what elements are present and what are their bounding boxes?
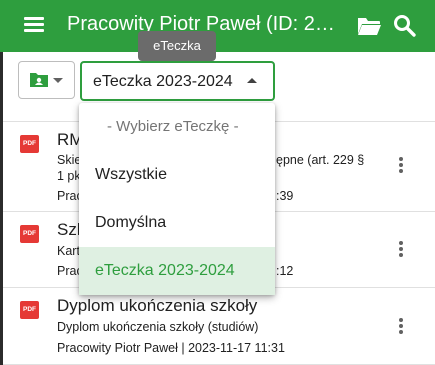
pdf-icon: PDF (20, 225, 39, 243)
eteczka-dropdown-menu: - Wybierz eTeczkę - Wszystkie Domyślna e… (79, 103, 275, 295)
eteczka-select-value: eTeczka 2023-2024 (93, 73, 233, 90)
folder-open-icon[interactable] (356, 14, 382, 38)
document-subtitle-left: Kart (57, 244, 80, 258)
dropdown-option-all[interactable]: Wszystkie (79, 151, 275, 199)
document-subtitle-right: ępne (art. 229 § (276, 153, 365, 167)
document-meta-right: :12 (276, 264, 294, 278)
document-subtitle-left: Skie (57, 153, 82, 167)
chevron-down-icon (53, 78, 63, 83)
more-vert-icon[interactable] (396, 241, 406, 261)
dropdown-option-selected[interactable]: eTeczka 2023-2024 (79, 247, 275, 295)
pdf-icon: PDF (20, 301, 39, 319)
document-meta: Pracowity Piotr Paweł | 2023-11-17 11:31 (57, 341, 285, 355)
document-title: Dyplom ukończenia szkoły (57, 296, 258, 315)
search-icon[interactable] (392, 13, 418, 39)
dropdown-placeholder-option[interactable]: - Wybierz eTeczkę - (79, 103, 275, 151)
document-subtitle: Dyplom ukończenia szkoły (studiów) (57, 320, 259, 334)
document-list-item[interactable]: PDF Dyplom ukończenia szkoły Dyplom ukoń… (3, 288, 435, 365)
more-vert-icon[interactable] (396, 157, 406, 177)
document-meta-right: :39 (276, 189, 294, 203)
app-bar: Pracowity Piotr Paweł (ID: 2… (0, 0, 435, 52)
menu-icon[interactable] (22, 15, 46, 37)
account-box-icon (29, 72, 49, 93)
owner-select[interactable] (18, 61, 75, 99)
eteczka-tooltip: eTeczka (138, 31, 216, 61)
pdf-icon: PDF (20, 135, 39, 153)
eteczka-select[interactable]: eTeczka 2023-2024 (80, 61, 275, 101)
document-subtitle-line2: 1 pk (57, 169, 81, 183)
chevron-up-icon (247, 78, 257, 83)
more-vert-icon[interactable] (396, 318, 406, 338)
dropdown-option-default[interactable]: Domyślna (79, 199, 275, 247)
